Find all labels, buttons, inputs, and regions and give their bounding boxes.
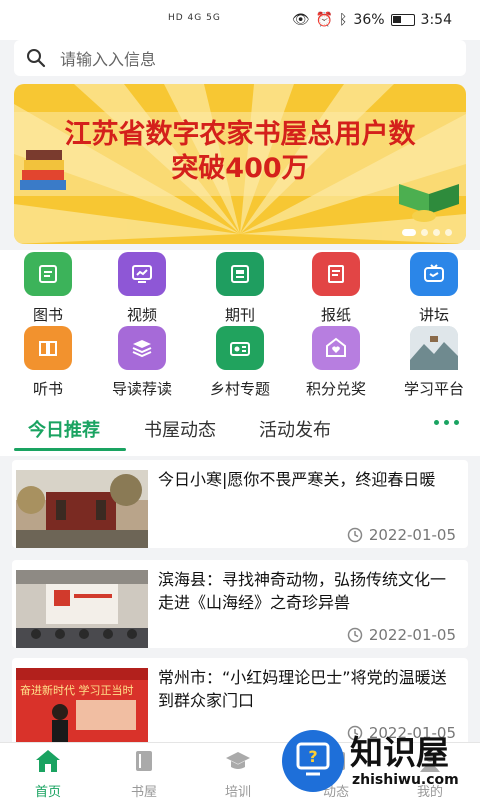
clock-icon — [347, 527, 363, 543]
watermark-brand: 知识屋 — [350, 733, 449, 772]
banner-line1: 江苏省数字农家书屋总用户数 — [64, 119, 416, 150]
journal-icon — [216, 252, 264, 296]
grid-item-books[interactable]: 图书 — [0, 252, 96, 325]
open-book-illustration — [399, 184, 459, 222]
clock: 3:54 — [420, 12, 452, 28]
nav-training[interactable]: 培训 — [206, 749, 270, 800]
newspaper-icon — [312, 252, 360, 296]
nav-label: 首页 — [34, 785, 61, 800]
tv-icon — [410, 252, 458, 296]
alarm-icon: ⏰ — [315, 12, 334, 28]
landscape-icon — [410, 326, 458, 370]
grid-item-journal[interactable]: 期刊 — [192, 252, 288, 325]
nav-home[interactable]: 首页 — [16, 749, 80, 800]
eye-icon: 👁 — [291, 12, 310, 28]
news-thumbnail — [16, 570, 148, 648]
grid-item-audiobook[interactable]: 听书 — [0, 326, 96, 399]
grid-label: 期刊 — [224, 306, 255, 324]
search-bar[interactable]: 请输入入信息 — [14, 40, 466, 76]
nav-bookhouse[interactable]: 书屋 — [112, 749, 176, 800]
news-date-text: 2022-01-05 — [368, 526, 456, 544]
watermark-logo-icon: ? — [282, 730, 344, 792]
radio-icon — [216, 326, 264, 370]
book-icon — [24, 252, 72, 296]
watermark-site: zhishiwu.com — [352, 772, 459, 788]
books-illustration — [20, 150, 66, 190]
grid-label: 报纸 — [320, 306, 351, 324]
clock-icon — [347, 627, 363, 643]
grid-label: 讲坛 — [418, 306, 449, 324]
news-item[interactable]: 滨海县：寻找神奇动物，弘扬传统文化一走进《山海经》之奇珍异兽 2022-01-0… — [12, 560, 468, 648]
thumbnail-caption: 奋进新时代 学习正当时 — [20, 683, 134, 697]
grid-label: 图书 — [32, 306, 63, 324]
grid-label: 听书 — [32, 380, 63, 398]
grid-item-newspaper[interactable]: 报纸 — [288, 252, 384, 325]
audiobook-icon — [24, 326, 72, 370]
grid-item-study[interactable]: 学习平台 — [386, 326, 480, 399]
heart-house-icon — [312, 326, 360, 370]
nav-label: 培训 — [224, 785, 251, 800]
banner-pagination[interactable] — [402, 229, 452, 236]
battery-icon — [390, 14, 415, 26]
battery-percent: 36% — [353, 12, 385, 28]
search-icon — [27, 49, 46, 68]
grid-item-guide[interactable]: 导读荐读 — [94, 326, 190, 399]
status-bar: HD 4G 5G 👁 ⏰ ᛒ 36% 3:54 — [0, 0, 480, 40]
tab-bookhouse-news[interactable]: 书屋动态 — [144, 416, 216, 442]
category-grid: 图书 视频 期刊 报纸 讲坛 听书 导读荐读 乡村专题 积分兑奖 学习平台 — [0, 250, 480, 400]
news-title: 常州市：“小红妈理论巴士”将党的温暖送到群众家门口 — [158, 668, 447, 710]
nav-label: 书屋 — [130, 785, 157, 800]
grid-label: 积分兑奖 — [305, 380, 366, 398]
grid-item-rural[interactable]: 乡村专题 — [192, 326, 288, 399]
signal-indicator: HD 4G 5G — [168, 13, 221, 23]
watermark: ? 知识屋 zhishiwu.com — [282, 726, 480, 800]
news-title: 滨海县：寻找神奇动物，弘扬传统文化一走进《山海经》之奇珍异兽 — [158, 570, 447, 612]
tab-activities[interactable]: 活动发布 — [259, 416, 331, 442]
news-title: 今日小寒|愿你不畏严寒关，终迎春日暖 — [158, 470, 436, 489]
grid-item-points[interactable]: 积分兑奖 — [288, 326, 384, 399]
search-placeholder: 请输入入信息 — [60, 50, 157, 69]
svg-text:?: ? — [308, 747, 317, 766]
news-item[interactable]: 今日小寒|愿你不畏严寒关，终迎春日暖 2022-01-05 — [12, 460, 468, 548]
promo-banner[interactable]: 江苏省数字农家书屋总用户数 突破400万 — [14, 84, 466, 244]
news-thumbnail — [16, 470, 148, 548]
grid-label: 乡村专题 — [209, 380, 270, 398]
grid-item-lecture[interactable]: 讲坛 — [386, 252, 480, 325]
graduation-cap-icon — [226, 752, 250, 769]
bluetooth-icon: ᛒ — [339, 12, 348, 28]
tab-indicator — [14, 448, 126, 451]
grid-label: 导读荐读 — [111, 380, 172, 398]
status-right: 👁 ⏰ ᛒ 36% 3:54 — [292, 12, 452, 28]
news-thumbnail: 奋进新时代 学习正当时 — [16, 668, 148, 746]
news-date: 2022-01-05 — [347, 626, 456, 644]
more-tabs-icon[interactable] — [434, 420, 459, 425]
news-date: 2022-01-05 — [347, 526, 456, 544]
grid-item-video[interactable]: 视频 — [94, 252, 190, 325]
tab-today[interactable]: 今日推荐 — [28, 416, 100, 442]
stack-icon — [118, 326, 166, 370]
bookshelf-icon — [136, 751, 152, 771]
news-date-text: 2022-01-05 — [368, 626, 456, 644]
grid-label: 学习平台 — [403, 380, 464, 398]
grid-label: 视频 — [126, 306, 157, 324]
home-icon — [36, 750, 60, 772]
video-icon — [118, 252, 166, 296]
